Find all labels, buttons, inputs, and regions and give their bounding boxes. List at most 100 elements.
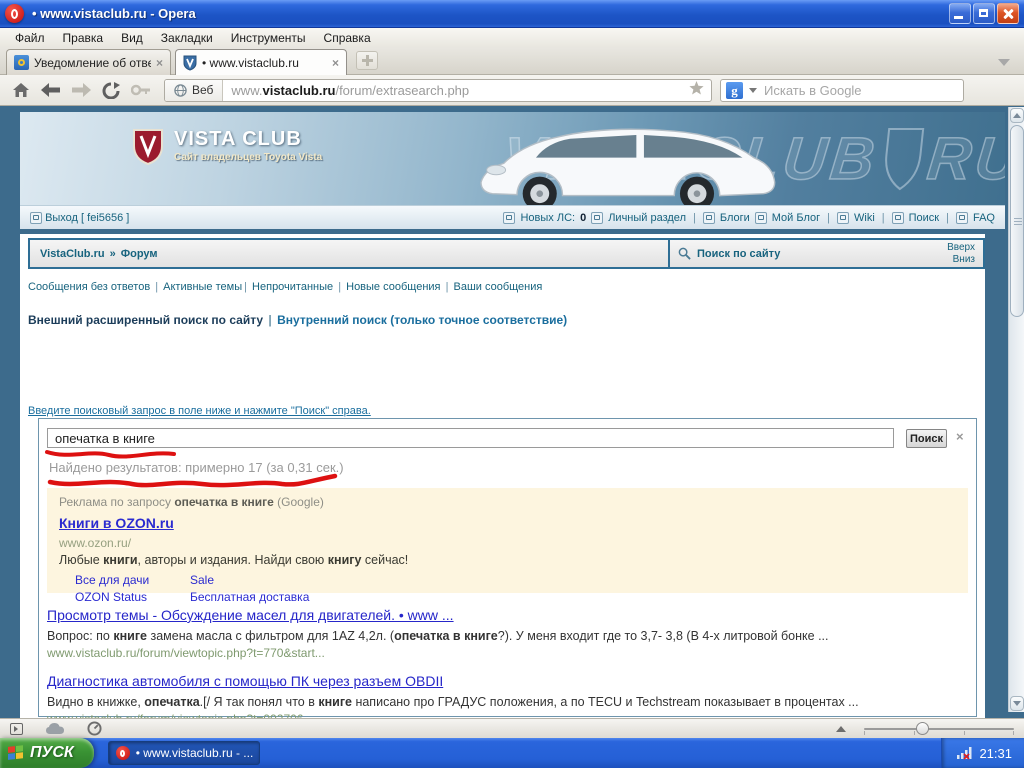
minimize-icon <box>954 16 963 19</box>
ad-label-query: опечатка в книге <box>174 495 274 509</box>
opera-link-cloud-icon[interactable] <box>45 722 65 735</box>
tab-close-icon[interactable]: × <box>156 56 163 70</box>
scrollbar-down-button[interactable] <box>1010 696 1024 711</box>
google-search-box[interactable]: g <box>720 79 964 102</box>
site-search-link[interactable]: Поиск по сайту <box>697 248 780 260</box>
snippet-part: Вопрос: по <box>47 629 113 643</box>
separator: | <box>242 281 249 293</box>
restore-button[interactable] <box>973 3 995 24</box>
zoom-slider-thumb[interactable] <box>916 722 929 735</box>
site-logo[interactable]: VISTA CLUB Сайт владельцев Toyota Vista <box>132 128 322 166</box>
snippet-part: Видно в книжке, <box>47 695 144 709</box>
link-unanswered[interactable]: Сообщения без ответов <box>28 281 150 293</box>
scrollbar-thumb[interactable] <box>1010 125 1024 317</box>
address-bar[interactable]: Веб www.vistaclub.ru/forum/extrasearch.p… <box>164 79 712 102</box>
ad-description: Любые книги, авторы и издания. Найди сво… <box>59 553 956 567</box>
menu-help[interactable]: Справка <box>315 29 380 47</box>
ad-sitelink[interactable]: OZON Status <box>75 590 190 604</box>
forward-button[interactable] <box>68 79 94 101</box>
ad-sitelink[interactable]: Sale <box>190 573 956 587</box>
mode-internal-link[interactable]: Внутренний поиск (только точное соответс… <box>277 313 567 327</box>
google-search-input[interactable] <box>764 83 958 98</box>
search-close-icon[interactable]: × <box>956 429 964 444</box>
breadcrumb-forum-link[interactable]: Форум <box>121 248 158 260</box>
new-tab-button[interactable] <box>356 51 378 70</box>
link-new-posts[interactable]: Новые сообщения <box>346 281 440 293</box>
logout-link[interactable]: Выход [ fei5656 ] <box>45 212 129 224</box>
ad-title-link[interactable]: Книги в OZON.ru <box>59 515 174 531</box>
separator: | <box>944 212 951 224</box>
tab-notification-label: Уведомление об ответ... <box>34 56 151 70</box>
wiki-icon <box>837 212 849 224</box>
link-your-posts[interactable]: Ваши сообщения <box>453 281 542 293</box>
star-icon <box>689 81 704 95</box>
myblog-link[interactable]: Мой Блог <box>772 212 820 224</box>
link-unread[interactable]: Непрочитанные <box>252 281 333 293</box>
logout-icon <box>30 212 42 224</box>
separator: | <box>691 212 698 224</box>
personal-section-link[interactable]: Личный раздел <box>608 212 686 224</box>
plus-icon <box>362 55 373 66</box>
scroll-up-link[interactable]: Вверх <box>947 242 975 254</box>
taskbar-button-label: • www.vistaclub.ru - ... <box>136 746 254 760</box>
snippet-part: .[/ Я так понял что в <box>200 695 319 709</box>
taskbar-opera-button[interactable]: • www.vistaclub.ru - ... <box>108 741 260 765</box>
tab-notification[interactable]: Уведомление об ответ... × <box>6 49 171 75</box>
menu-tools[interactable]: Инструменты <box>222 29 315 47</box>
ad-desc-part: Любые <box>59 553 103 567</box>
globe-icon <box>174 84 187 97</box>
bookmark-star-button[interactable] <box>689 81 704 100</box>
minimize-button[interactable] <box>949 3 971 24</box>
rewind-button[interactable] <box>128 79 154 101</box>
windows-logo-icon <box>8 745 24 761</box>
blogs-link[interactable]: Блоги <box>720 212 750 224</box>
reload-button[interactable] <box>98 79 124 101</box>
opera-turbo-icon[interactable] <box>87 721 102 736</box>
ad-sitelink[interactable]: Все для дачи <box>75 573 190 587</box>
result-title-link[interactable]: Диагностика автомобиля с помощью ПК чере… <box>47 673 443 689</box>
tab-bar: Уведомление об ответ... × • www.vistaclu… <box>0 47 1024 75</box>
search-submit-button[interactable]: Поиск <box>906 429 947 448</box>
site-banner[interactable]: VISTACLUB RU VISTA CLUB Сайт владельцев … <box>20 112 1005 205</box>
menu-bookmarks[interactable]: Закладки <box>152 29 222 47</box>
menu-edit[interactable]: Правка <box>54 29 113 47</box>
tab-vistaclub[interactable]: • www.vistaclub.ru × <box>175 49 347 75</box>
start-button[interactable]: ПУСК <box>0 738 94 768</box>
shield-favicon-icon <box>183 55 197 71</box>
link-active-topics[interactable]: Активные темы <box>163 281 242 293</box>
search-instruction: Введите поисковый запрос в поле ниже и н… <box>28 405 371 417</box>
breadcrumb-site-link[interactable]: VistaClub.ru <box>40 248 105 260</box>
search-query-input[interactable] <box>47 428 894 448</box>
scroll-down-link[interactable]: Вниз <box>953 254 975 266</box>
vertical-scrollbar[interactable] <box>1008 107 1024 712</box>
snippet-bold: книге <box>318 695 352 709</box>
web-mode-button[interactable]: Веб <box>165 80 223 101</box>
result-snippet: Вопрос: по книге замена масла с фильтром… <box>47 629 959 643</box>
close-button[interactable] <box>997 3 1019 24</box>
menu-bar: Файл Правка Вид Закладки Инструменты Спр… <box>0 28 1024 47</box>
panels-toggle-icon[interactable] <box>10 723 23 735</box>
chevron-up-icon <box>1013 113 1021 118</box>
scrollbar-up-button[interactable] <box>1010 108 1024 123</box>
restore-icon <box>979 9 988 17</box>
zoom-slider[interactable] <box>864 722 1014 736</box>
menu-view[interactable]: Вид <box>112 29 152 47</box>
faq-link[interactable]: FAQ <box>973 212 995 224</box>
clock[interactable]: 21:31 <box>979 746 1012 761</box>
tab-close-icon[interactable]: × <box>332 56 339 70</box>
network-status-icon[interactable] <box>956 746 972 760</box>
search-engine-dropdown-icon[interactable] <box>749 88 757 93</box>
back-button[interactable] <box>38 79 64 101</box>
search-link[interactable]: Поиск <box>909 212 939 224</box>
zoom-menu-button[interactable] <box>836 726 846 732</box>
wiki-link[interactable]: Wiki <box>854 212 875 224</box>
menu-file[interactable]: Файл <box>6 29 54 47</box>
ad-sitelink[interactable]: Бесплатная доставка <box>190 590 956 604</box>
home-button[interactable] <box>8 79 34 101</box>
address-url[interactable]: www.vistaclub.ru/forum/extrasearch.php <box>223 83 469 98</box>
result-title-link[interactable]: Просмотр темы - Обсуждение масел для дви… <box>47 607 454 623</box>
result-snippet: Видно в книжке, опечатка.[/ Я так понял … <box>47 695 959 709</box>
breadcrumb: VistaClub.ru » Форум Поиск по сайту Ввер… <box>28 238 985 269</box>
vista-club-shield-icon <box>132 128 164 166</box>
tab-list-chevron-icon[interactable] <box>998 59 1010 66</box>
